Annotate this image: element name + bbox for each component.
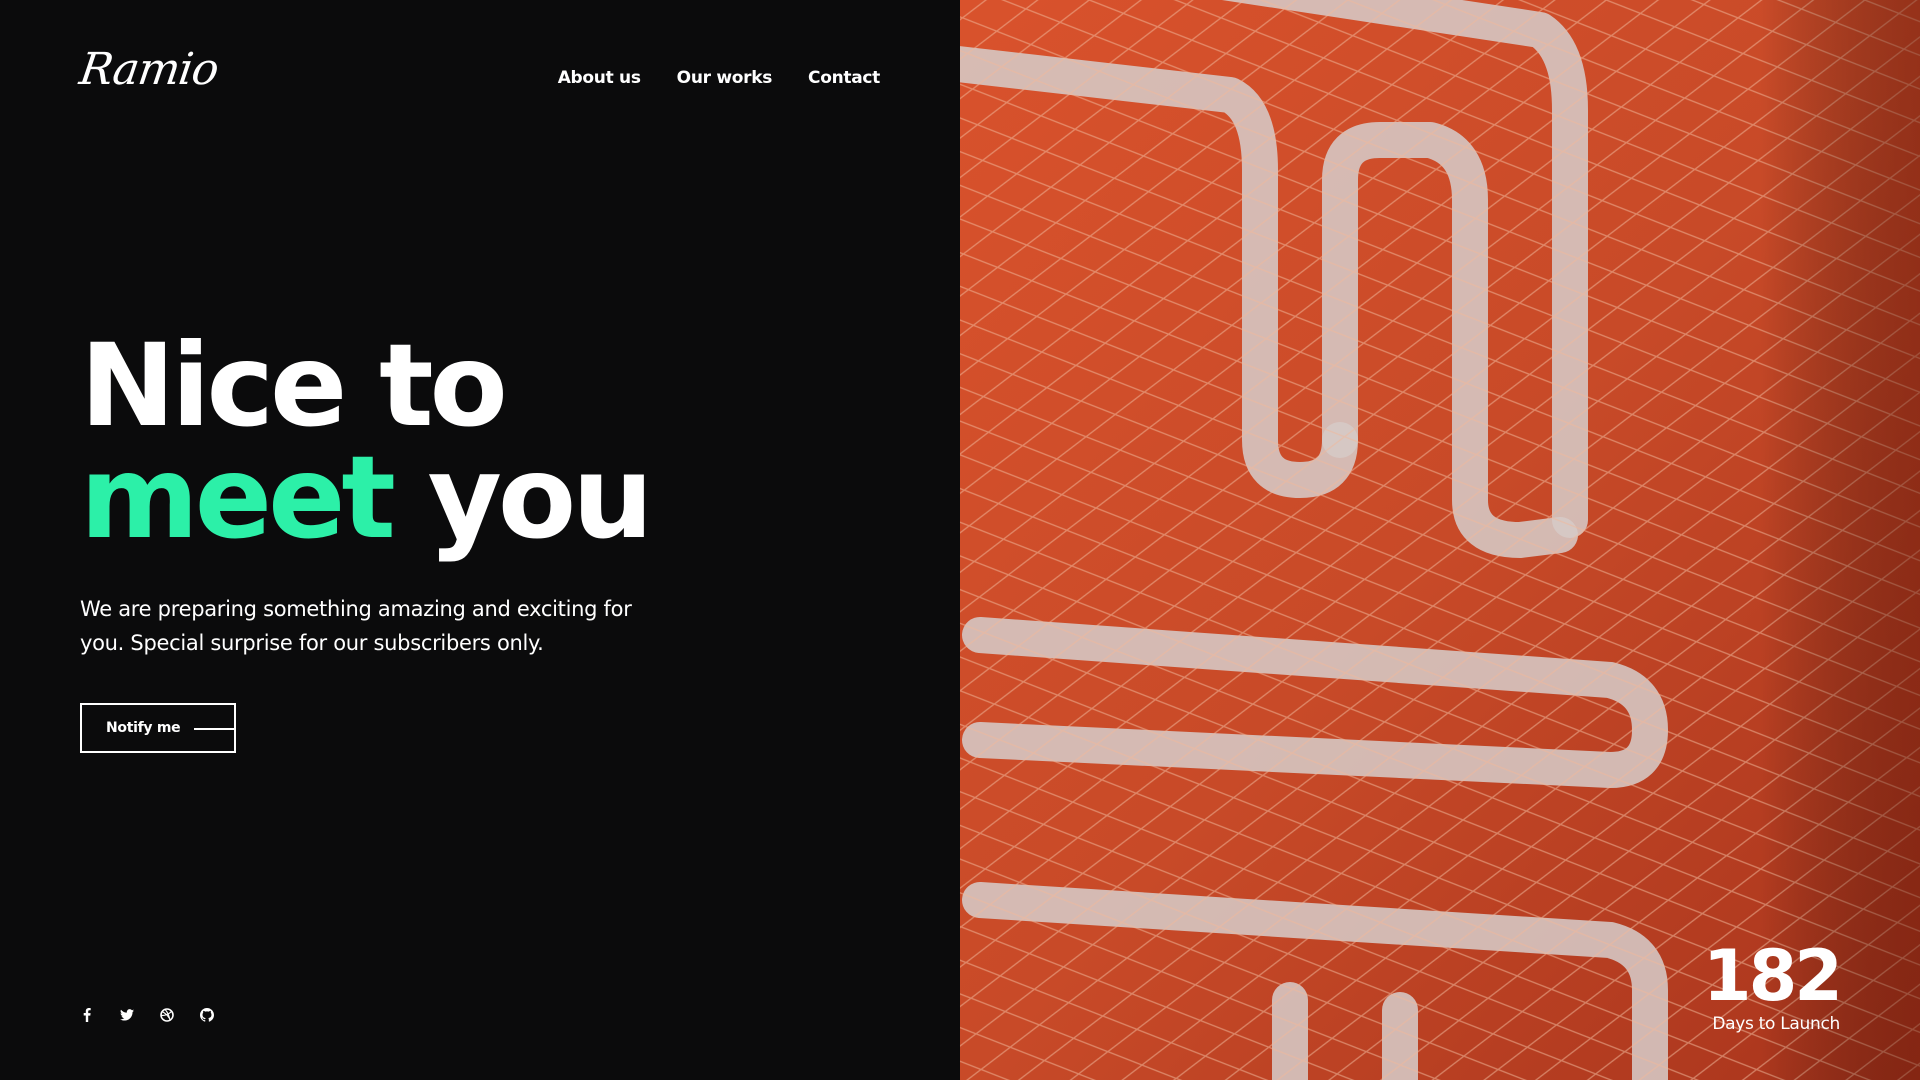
nav-contact[interactable]: Contact [808,68,880,88]
landing-page: Ramio About us Our works Contact Nice to… [0,0,1920,1080]
hero-subtitle: We are preparing something amazing and e… [80,597,632,655]
social-links [80,1008,214,1022]
notify-me-label: Notify me [106,720,181,736]
left-panel: Ramio About us Our works Contact Nice to… [0,0,960,1080]
nav-about-us[interactable]: About us [558,68,641,88]
main-nav: About us Our works Contact [558,68,881,88]
dribbble-icon[interactable] [160,1008,174,1022]
headline-rest: you [427,431,654,564]
logo[interactable]: Ramio [76,44,221,95]
neon-sign-image [960,0,1920,1080]
twitter-icon[interactable] [120,1008,134,1022]
nav-our-works[interactable]: Our works [677,68,773,88]
button-line-decoration [194,728,234,730]
hero-image-panel: 182 Days to Launch [960,0,1920,1080]
hero-headline: Nice to meet you [80,329,653,555]
countdown-label: Days to Launch [1712,1014,1840,1034]
facebook-icon[interactable] [80,1008,94,1022]
launch-countdown: 182 Days to Launch [1702,935,1843,1034]
countdown-value: 182 [1702,935,1843,1017]
github-icon[interactable] [200,1008,214,1022]
headline-accent: meet [80,431,396,564]
notify-me-button[interactable]: Notify me [80,703,236,753]
